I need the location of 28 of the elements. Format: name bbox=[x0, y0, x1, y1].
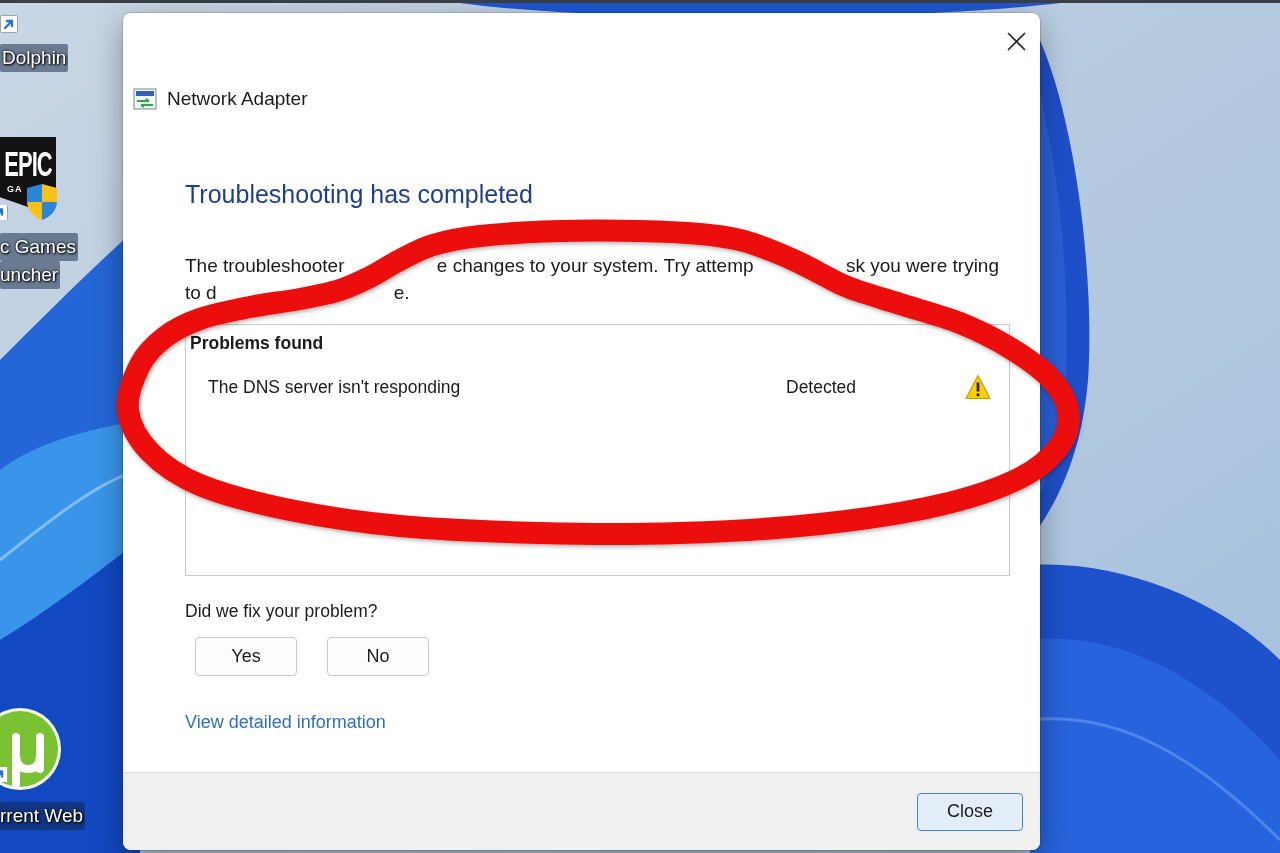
description-text: e. bbox=[393, 281, 410, 305]
description-text: The troubleshooter bbox=[185, 254, 345, 278]
logo-text: EPIC bbox=[4, 147, 52, 183]
logo-text: GA bbox=[7, 184, 23, 194]
dialog-heading: Troubleshooting has completed bbox=[185, 179, 533, 210]
shield-icon bbox=[26, 183, 58, 221]
description-text: to d bbox=[185, 281, 217, 305]
desktop-icon-label[interactable]: Dolphin bbox=[0, 44, 69, 72]
description-text: sk you were trying bbox=[845, 254, 999, 278]
shortcut-arrow-icon bbox=[0, 767, 8, 782]
app-logo-icon[interactable] bbox=[0, 707, 62, 791]
warning-icon bbox=[965, 374, 991, 400]
answer-button[interactable]: No bbox=[327, 637, 429, 676]
shortcut-arrow-icon bbox=[0, 205, 8, 220]
desktop-icon-label[interactable]: rrent Web bbox=[0, 802, 86, 830]
feedback-question: Did we fix your problem? bbox=[185, 600, 378, 623]
description-text: e changes to your system. Try attemp bbox=[436, 254, 754, 278]
problem-name: The DNS server isn't responding bbox=[208, 376, 462, 399]
details-link[interactable]: View detailed information bbox=[185, 710, 386, 734]
problem-status: Detected bbox=[786, 376, 858, 399]
desktop-icon-label[interactable]: uncher bbox=[0, 261, 61, 289]
problems-heading: Problems found bbox=[190, 332, 324, 355]
close-icon bbox=[1006, 31, 1026, 51]
window-title: Network Adapter bbox=[167, 87, 308, 111]
answer-button[interactable]: Yes bbox=[195, 637, 297, 676]
footer-button[interactable]: Close bbox=[917, 792, 1023, 831]
network-adapter-icon bbox=[133, 87, 157, 111]
desktop-icon-label[interactable]: c Games bbox=[0, 233, 79, 261]
